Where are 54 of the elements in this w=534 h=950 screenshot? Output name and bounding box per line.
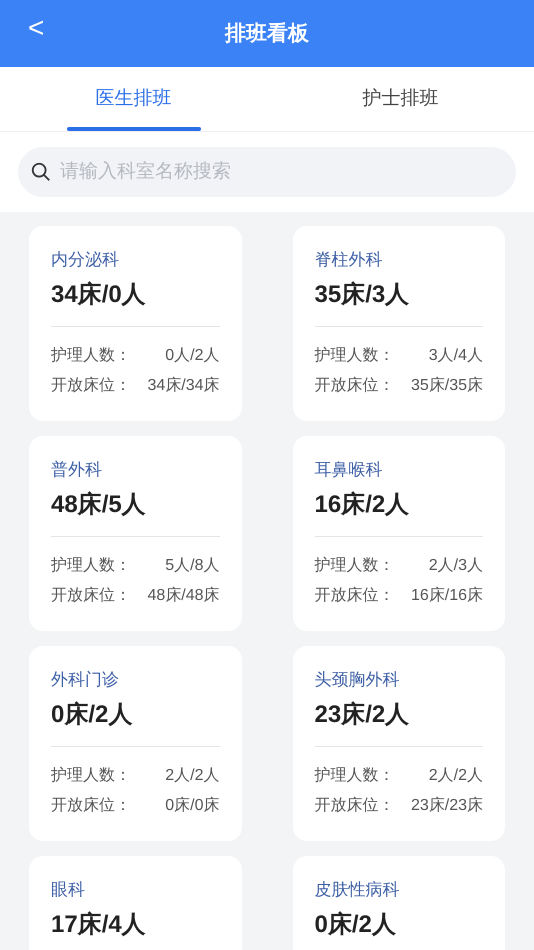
department-card[interactable]: 普外科 48床/5人 护理人数： 5人/8人 开放床位： 48床/48床 bbox=[29, 436, 242, 631]
department-name: 外科门诊 bbox=[51, 669, 120, 691]
stat-label: 护理人数： bbox=[314, 346, 394, 366]
stat-label: 开放床位： bbox=[314, 796, 394, 816]
stat-label: 护理人数： bbox=[51, 346, 131, 366]
bed-staff-summary: 16床/2人 bbox=[314, 490, 410, 520]
department-card[interactable]: 皮肤性病科 0床/2人 bbox=[292, 856, 505, 950]
page-title: 排班看板 bbox=[225, 20, 309, 47]
stat-value: 2人/2人 bbox=[428, 766, 483, 786]
tab[interactable]: 医生排班 bbox=[96, 84, 172, 114]
department-name: 脊柱外科 bbox=[314, 249, 384, 271]
bed-staff-summary: 48床/5人 bbox=[51, 490, 147, 520]
stat-label: 护理人数： bbox=[51, 766, 131, 786]
bed-staff-summary: 34床/0人 bbox=[51, 280, 147, 310]
department-card[interactable]: 眼科 17床/4人 bbox=[29, 856, 242, 950]
department-name: 耳鼻喉科 bbox=[314, 459, 384, 481]
department-card[interactable]: 耳鼻喉科 16床/2人 护理人数： 2人/3人 开放床位： 16床/16床 bbox=[292, 436, 505, 631]
department-name: 眼科 bbox=[51, 879, 86, 901]
department-name: 普外科 bbox=[51, 459, 103, 481]
stat-label: 开放床位： bbox=[314, 376, 394, 396]
department-card[interactable]: 脊柱外科 35床/3人 护理人数： 3人/4人 开放床位： 35床/35床 bbox=[292, 226, 505, 421]
stat-label: 护理人数： bbox=[314, 766, 394, 786]
search-icon bbox=[30, 161, 52, 183]
stat-label: 开放床位： bbox=[51, 586, 131, 606]
department-name: 内分泌科 bbox=[51, 249, 120, 271]
stat-label: 护理人数： bbox=[51, 556, 131, 576]
bed-staff-summary: 0床/2人 bbox=[51, 700, 134, 730]
department-name: 皮肤性病科 bbox=[314, 879, 400, 901]
department-card[interactable]: 外科门诊 0床/2人 护理人数： 2人/2人 开放床位： 0床/0床 bbox=[29, 646, 242, 841]
stat-label: 开放床位： bbox=[51, 796, 131, 816]
stat-value: 48床/48床 bbox=[147, 586, 220, 606]
stat-value: 0床/0床 bbox=[165, 796, 220, 816]
bed-staff-summary: 23床/2人 bbox=[314, 700, 410, 730]
tab[interactable]: 护士排班 bbox=[362, 84, 438, 114]
stat-value: 16床/16床 bbox=[410, 586, 483, 606]
stat-value: 34床/34床 bbox=[147, 376, 220, 396]
bed-staff-summary: 17床/4人 bbox=[51, 910, 147, 940]
department-card[interactable]: 内分泌科 34床/0人 护理人数： 0人/2人 开放床位： 34床/34床 bbox=[29, 226, 242, 421]
stat-value: 0人/2人 bbox=[165, 346, 220, 366]
stat-value: 5人/8人 bbox=[165, 556, 220, 576]
stat-value: 35床/35床 bbox=[410, 376, 483, 396]
stat-label: 开放床位： bbox=[51, 376, 131, 396]
search-field[interactable]: 请输入科室名称搜索 bbox=[18, 147, 516, 197]
stat-label: 护理人数： bbox=[314, 556, 394, 576]
stat-value: 23床/23床 bbox=[410, 796, 483, 816]
department-card[interactable]: 头颈胸外科 23床/2人 护理人数： 2人/2人 开放床位： 23床/23床 bbox=[292, 646, 505, 841]
back-button[interactable]: < bbox=[28, 14, 44, 42]
department-name: 头颈胸外科 bbox=[314, 669, 400, 691]
bed-staff-summary: 0床/2人 bbox=[314, 910, 397, 940]
stat-value: 2人/3人 bbox=[428, 556, 483, 576]
bed-staff-summary: 35床/3人 bbox=[314, 280, 410, 310]
stat-label: 开放床位： bbox=[314, 586, 394, 606]
stat-value: 3人/4人 bbox=[428, 346, 483, 366]
stat-value: 2人/2人 bbox=[165, 766, 220, 786]
